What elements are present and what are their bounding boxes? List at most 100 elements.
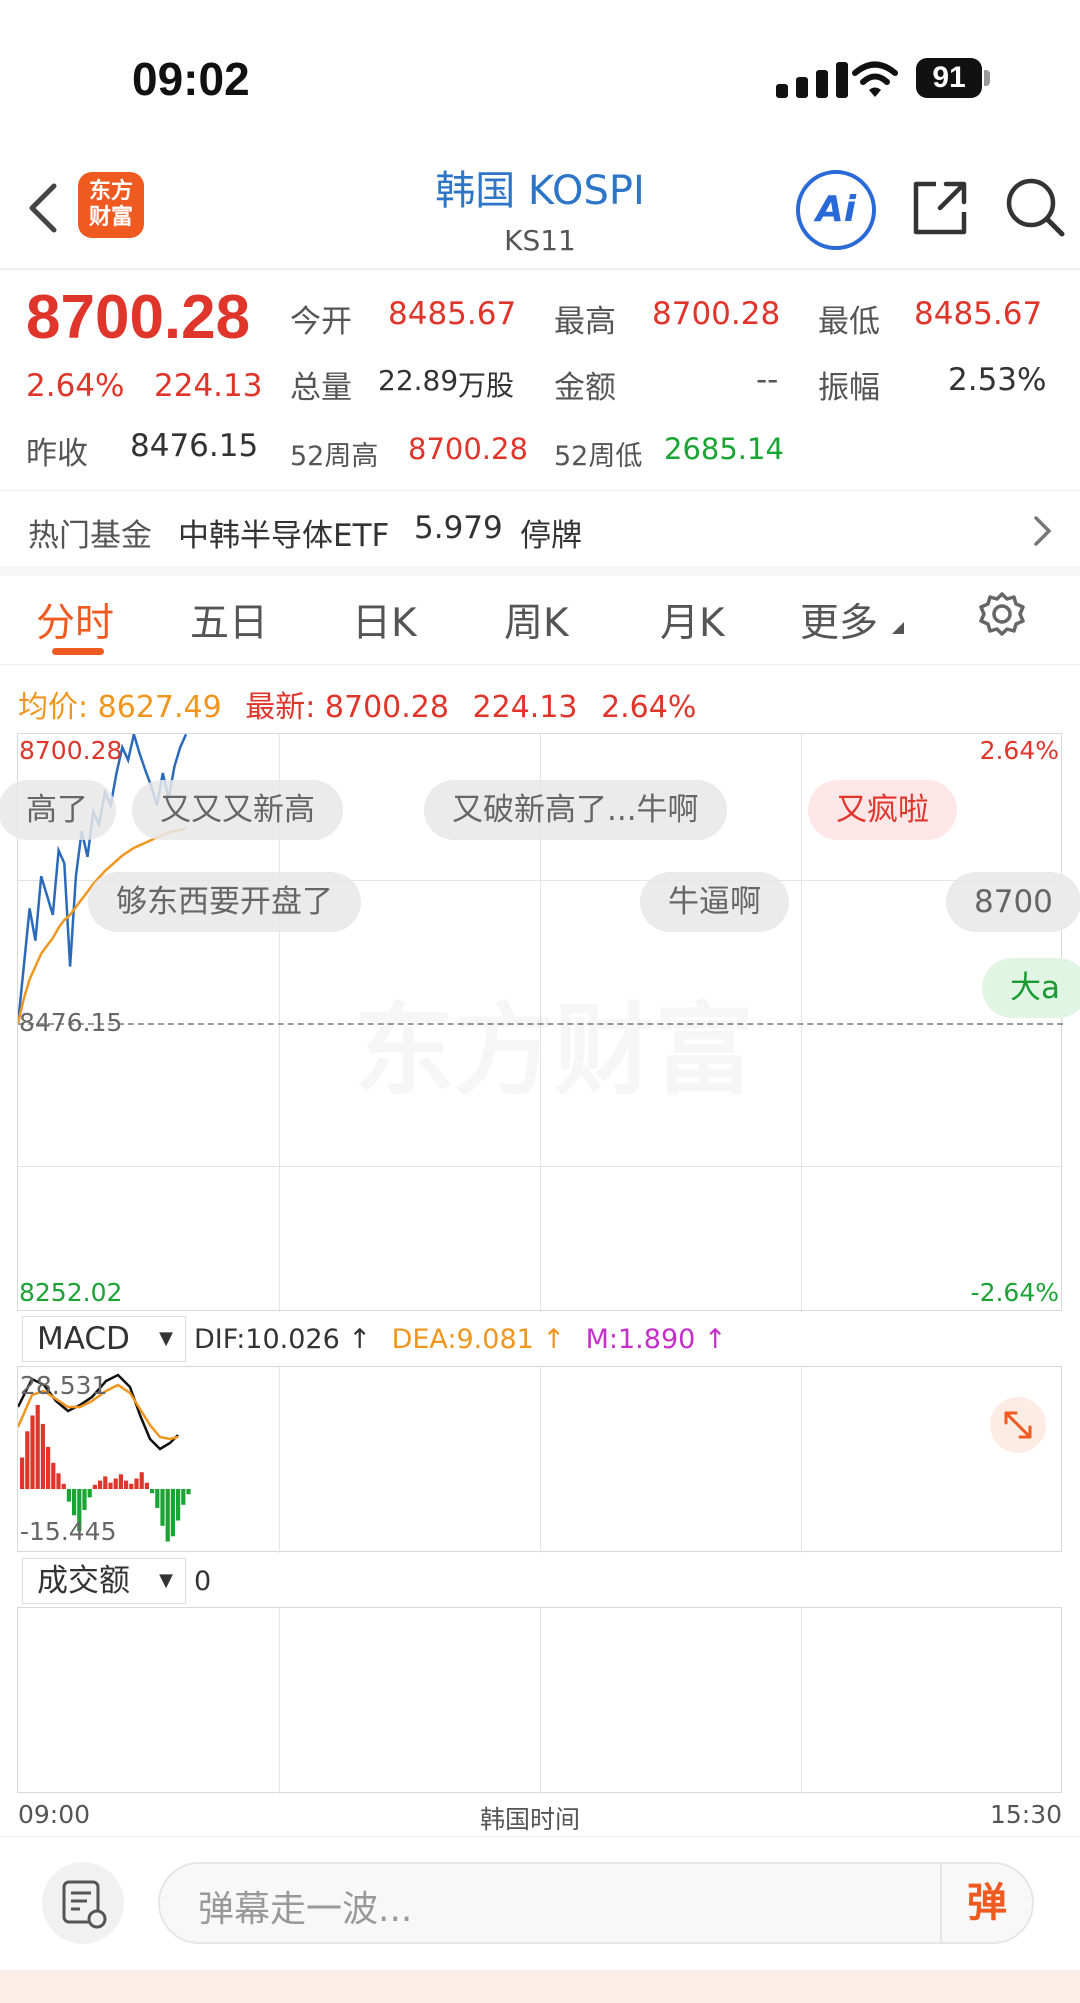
amplitude-value: 2.53% (948, 362, 1047, 398)
ai-button[interactable]: Ai (796, 170, 876, 250)
tab-daily-k[interactable]: 日K (352, 592, 417, 648)
chevron-down-icon: ▼ (159, 1570, 173, 1591)
open-value: 8485.67 (388, 296, 517, 332)
macd-dea: DEA:9.081 ↑ (391, 1324, 566, 1355)
fund-name: 中韩半导体ETF (178, 518, 390, 554)
macd-bar (113, 1478, 118, 1489)
danmu-bubble[interactable]: 8700 (946, 872, 1080, 932)
battery-tip (984, 70, 990, 86)
macd-top-label: 28.531 (20, 1371, 108, 1400)
grid-line (279, 1367, 280, 1553)
macd-bar (98, 1480, 103, 1489)
high52-label: 52周高 (290, 441, 379, 472)
macd-chart[interactable]: 28.531 -15.445 (17, 1366, 1062, 1553)
volume-label: 总量 (290, 370, 352, 406)
turnover-selector[interactable]: 成交额 ▼ (22, 1558, 186, 1604)
chart-bottom-left-label: 8252.02 (19, 1278, 123, 1307)
macd-bar (160, 1489, 165, 1526)
macd-selector-label: MACD (37, 1321, 130, 1357)
battery-indicator: 91 (916, 58, 982, 98)
footer-divider (0, 1836, 1080, 1837)
tab-monthly-k[interactable]: 月K (660, 592, 725, 648)
avg-value: 8627.49 (97, 690, 222, 725)
tab-intraday[interactable]: 分时 (36, 592, 114, 648)
macd-m: M:1.890 ↑ (585, 1324, 727, 1355)
search-icon[interactable] (1004, 176, 1066, 238)
volume-unit: 万股 (458, 369, 515, 402)
macd-bar (20, 1457, 25, 1489)
chart-bottom-right-label: -2.64% (970, 1278, 1059, 1307)
amount-label: 金额 (554, 370, 616, 406)
grid-line (279, 1608, 280, 1794)
tab-more[interactable]: 更多 (800, 592, 878, 648)
low-label: 最低 (818, 304, 880, 340)
macd-bar (56, 1473, 61, 1490)
macd-bar (25, 1431, 30, 1490)
fund-label: 热门基金 (28, 518, 152, 554)
chevron-right-icon (1034, 516, 1052, 546)
comment-list-button[interactable] (42, 1862, 124, 1944)
last-price: 8700.28 (26, 283, 251, 352)
fund-status: 停牌 (520, 518, 582, 554)
macd-bar (51, 1462, 56, 1490)
macd-bar (134, 1478, 139, 1489)
settings-icon[interactable] (978, 590, 1026, 638)
macd-bar (155, 1489, 160, 1508)
danmu-bubble[interactable]: 够东西要开盘了 (88, 872, 361, 932)
macd-bar (150, 1489, 155, 1494)
macd-dif: DIF:10.026 ↑ (194, 1324, 371, 1355)
intraday-chart[interactable]: 东方财富 8700.28 2.64% 8476.15 8252.02 -2.64… (0, 733, 1080, 1312)
avg-label: 均价: (18, 690, 89, 725)
danmu-bubble[interactable]: 又又又新高 (132, 780, 343, 840)
turnover-chart[interactable] (17, 1607, 1062, 1794)
macd-bottom-label: -15.445 (20, 1517, 117, 1546)
macd-bar (30, 1415, 35, 1489)
tab-five-day[interactable]: 五日 (190, 592, 268, 648)
latest-value: 8700.28 (324, 690, 449, 725)
grid-line (801, 1608, 802, 1794)
macd-bar (176, 1489, 181, 1521)
expand-icon (1004, 1411, 1032, 1439)
status-time: 09:02 (132, 53, 250, 105)
macd-bar (35, 1405, 40, 1489)
chart-top-left-label: 8700.28 (19, 736, 123, 765)
macd-bar (40, 1423, 45, 1489)
danmu-bubble[interactable]: 又疯啦 (808, 780, 957, 840)
danmu-input-placeholder: 弹幕走一波... (198, 1889, 413, 1930)
macd-bar (108, 1482, 113, 1489)
danmu-bubble[interactable]: 大a (982, 958, 1080, 1018)
comment-list-icon (62, 1880, 107, 1929)
low52-value: 2685.14 (664, 432, 784, 466)
avg-latest-row: 均价: 8627.49 最新: 8700.28 224.13 2.64% (18, 682, 696, 726)
prev-close-value: 8476.15 (130, 428, 259, 464)
macd-bar (186, 1489, 191, 1495)
change-abs: 224.13 (154, 368, 263, 404)
amount-value: -- (756, 362, 779, 398)
danmu-send-button[interactable]: 弹 (940, 1864, 1032, 1942)
share-icon[interactable] (910, 178, 970, 238)
more-caret-icon (892, 622, 904, 634)
turnover-selector-label: 成交额 (37, 1563, 130, 1599)
change-pct: 2.64% (26, 368, 125, 404)
macd-bar (181, 1489, 186, 1505)
tabs-divider (0, 664, 1080, 665)
latest-change-pct: 2.64% (601, 690, 697, 725)
macd-bar (103, 1476, 108, 1489)
hot-fund-row[interactable]: 热门基金 中韩半导体ETF 5.979 停牌 (0, 490, 1080, 566)
macd-bar (170, 1489, 175, 1537)
high-value: 8700.28 (652, 296, 781, 332)
tab-weekly-k[interactable]: 周K (504, 592, 569, 648)
expand-button[interactable] (990, 1397, 1046, 1453)
wifi-icon (852, 61, 898, 97)
turnover-value: 0 (194, 1566, 212, 1597)
open-label: 今开 (290, 304, 352, 340)
danmu-bubble[interactable]: 高了 (0, 780, 116, 840)
nav-divider (0, 268, 1080, 270)
macd-bar (144, 1482, 149, 1489)
danmu-bubble[interactable]: 牛逼啊 (640, 872, 789, 932)
danmu-bubble[interactable]: 又破新高了...牛啊 (424, 780, 727, 840)
section-gap (0, 566, 1080, 576)
macd-bar (92, 1484, 97, 1489)
time-end: 15:30 (990, 1800, 1063, 1829)
macd-selector[interactable]: MACD ▼ (22, 1316, 186, 1362)
